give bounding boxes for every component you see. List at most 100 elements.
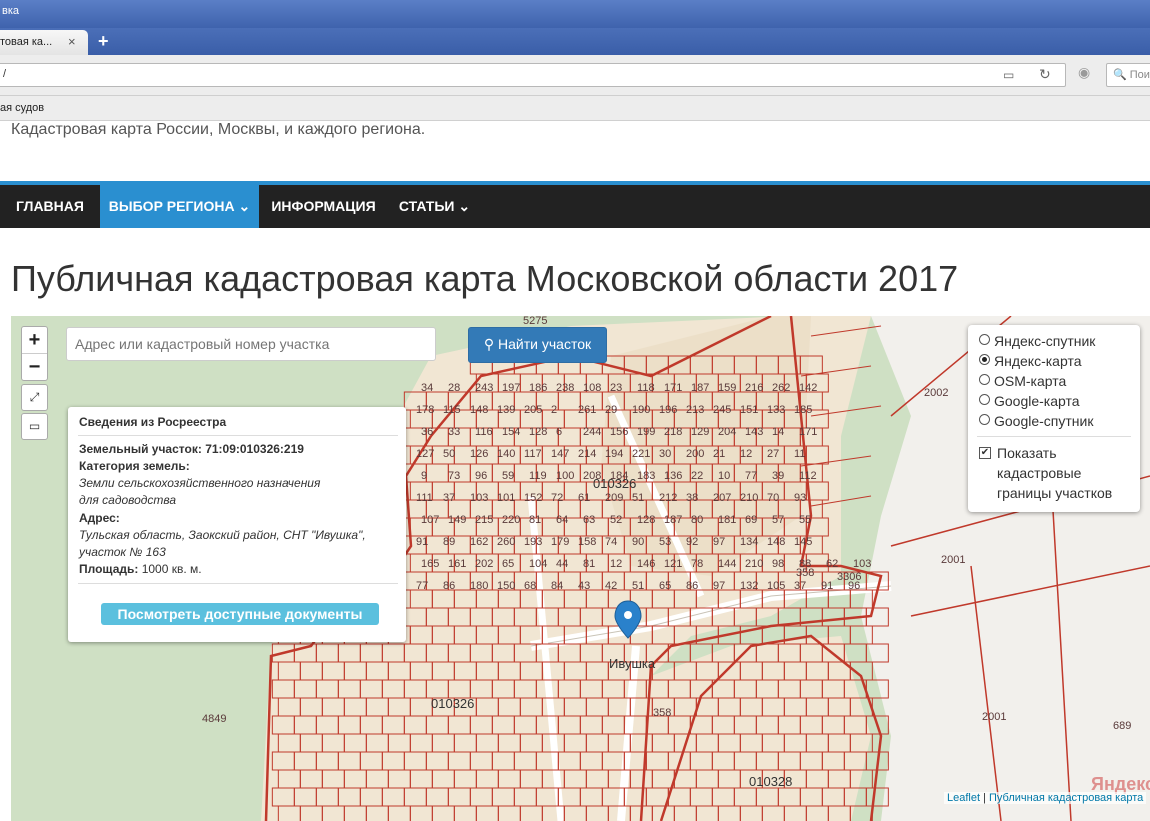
parcel-label-689: 689 [1113, 720, 1131, 732]
menu-item-articles[interactable]: СТАТЬИ ⌄ [388, 185, 481, 228]
cadastral-map-link[interactable]: Публичная кадастровая карта [989, 792, 1143, 804]
parcel-number-label: 128 [637, 514, 655, 526]
fullscreen-icon[interactable]: ⤢ [21, 384, 48, 411]
parcel-number-label: 6 [556, 426, 562, 438]
parcel-number-label: 64 [556, 514, 568, 526]
layer-option-osm-map[interactable]: OSM-карта [979, 373, 1066, 389]
browser-navbar: / ▭ ↻ ◉ 🔍 Пои [0, 55, 1150, 96]
parcel-number-label: 51 [632, 492, 644, 504]
parcel-number-label: 70 [767, 492, 779, 504]
parcel-number-label: 53 [659, 536, 671, 548]
address-search-input[interactable] [66, 327, 436, 361]
parcel-number-label: 187 [664, 514, 682, 526]
parcel-number-label: 39 [772, 470, 784, 482]
zoom-out-button[interactable]: − [22, 353, 47, 380]
layer-option-yandex-satellite[interactable]: Яндекс-спутник [979, 333, 1095, 349]
parcel-number-label: 213 [686, 404, 704, 416]
parcel-number-label: 180 [470, 580, 488, 592]
parcel-number-label: 10 [718, 470, 730, 482]
parcel-number-label: 140 [497, 448, 515, 460]
cadastral-overlay-checkbox[interactable]: ✔ [979, 447, 991, 459]
parcel-number-label: 119 [529, 470, 547, 482]
layer-option-google-satellite[interactable]: Google-спутник [979, 413, 1093, 429]
parcel-label-3306: 3306 [837, 571, 861, 583]
category-label: Категория земель: [79, 459, 190, 473]
parcel-number-label: 132 [740, 580, 758, 592]
parcel-number-label: 43 [578, 580, 590, 592]
parcel-number-label: 51 [632, 580, 644, 592]
place-label-ivushka: Ивушка [609, 656, 656, 671]
parcel-number-label: 238 [556, 382, 574, 394]
zoom-in-button[interactable]: + [22, 327, 47, 353]
category-value-1: Земли сельскохозяйственного назначения [79, 476, 321, 490]
parcel-number-label: 196 [659, 404, 677, 416]
parcel-number-label: 145 [794, 536, 812, 548]
parcel-number-label: 101 [497, 492, 515, 504]
parcel-number-label: 65 [659, 580, 671, 592]
address-value-1: Тульская область, Заокский район, СНТ "И… [79, 528, 366, 542]
parcel-number-label: 92 [686, 536, 698, 548]
layer-option-google-map[interactable]: Google-карта [979, 393, 1080, 409]
parcel-number-label: 104 [529, 558, 547, 570]
layer-option-yandex-map[interactable]: Яндекс-карта [979, 353, 1081, 369]
parcel-number-label: 91 [416, 536, 428, 548]
window-titlebar: вка [0, 0, 1150, 28]
parcel-label-4849: 4849 [202, 713, 226, 725]
reader-view-icon[interactable]: ▭ [1003, 68, 1014, 82]
parcel-number-label: 111 [416, 492, 433, 504]
parcel-number-label: 33 [448, 426, 460, 438]
browser-tab[interactable]: товая ка... × [0, 30, 88, 55]
view-documents-button[interactable]: Посмотреть доступные документы [101, 603, 379, 625]
close-tab-icon[interactable]: × [68, 34, 76, 49]
browser-tab-title: товая ка... [0, 36, 53, 48]
parcel-number-label: 55 [799, 514, 811, 526]
parcel-label-5275: 5275 [523, 316, 547, 327]
parcel-number-label: 171 [664, 382, 682, 394]
search-icon: ⚲ [483, 336, 495, 352]
parcel-number-label: 100 [556, 470, 574, 482]
parcel-number-label: 107 [421, 514, 439, 526]
browser-search-box[interactable]: 🔍 Пои [1106, 63, 1150, 87]
menu-item-region[interactable]: ВЫБОР РЕГИОНА ⌄ [100, 185, 259, 228]
parcel-number-label: 178 [416, 404, 434, 416]
leaflet-link[interactable]: Leaflet [947, 792, 980, 804]
parcel-number-label: 116 [475, 426, 493, 438]
find-parcel-button[interactable]: ⚲ Найти участок [468, 327, 607, 363]
parcel-number-label: 96 [475, 470, 487, 482]
reload-icon[interactable]: ↻ [1039, 66, 1051, 83]
parcel-number-label: 243 [475, 382, 493, 394]
new-tab-button[interactable]: + [98, 31, 109, 52]
parcel-number-label: 118 [637, 382, 655, 394]
parcel-number-label: 81 [583, 558, 595, 570]
parcel-number-label: 128 [529, 426, 547, 438]
cadastral-overlay-label[interactable]: Показать кадастровые границы участков [997, 443, 1112, 503]
parcel-number-label: 29 [605, 404, 617, 416]
parcel-number-label: 115 [443, 404, 461, 416]
parcel-number-label: 12 [740, 448, 752, 460]
address-label: Адрес: [79, 511, 120, 525]
parcel-number-label: 200 [686, 448, 704, 460]
cadastral-map[interactable]: 34 28 243 197 186 238 108 23 118 171 187 159 216 262 1… [11, 316, 1150, 821]
menu-item-info[interactable]: ИНФОРМАЦИЯ [259, 185, 388, 228]
parcel-number-label: 244 [583, 426, 601, 438]
parcel-label-2002: 2002 [924, 387, 948, 399]
parcel-number-label: 27 [767, 448, 779, 460]
bookmark-item[interactable]: ая судов [0, 102, 44, 114]
menu-item-home[interactable]: ГЛАВНАЯ [0, 185, 100, 228]
parcel-number-label: 69 [745, 514, 757, 526]
parcel-number-label: 103 [470, 492, 488, 504]
parcel-number-label: 37 [794, 580, 806, 592]
parcel-number-label: 22 [691, 470, 703, 482]
address-bar[interactable]: / ▭ ↻ [0, 63, 1066, 87]
area-value: Площадь: 1000 кв. м. [79, 562, 202, 576]
parcel-number-label: 103 [853, 558, 871, 570]
parcel-number-label: 205 [524, 404, 542, 416]
parcel-number-label: 202 [475, 558, 493, 570]
parcel-number-label: 52 [610, 514, 622, 526]
parcel-number-label: 150 [497, 580, 515, 592]
parcel-number-label: 216 [745, 382, 763, 394]
radio-icon [979, 354, 990, 365]
parcel-number-label: 74 [605, 536, 617, 548]
search-engine-icon[interactable]: ◉ [1078, 64, 1090, 81]
ruler-icon[interactable]: ▭ [21, 413, 48, 440]
